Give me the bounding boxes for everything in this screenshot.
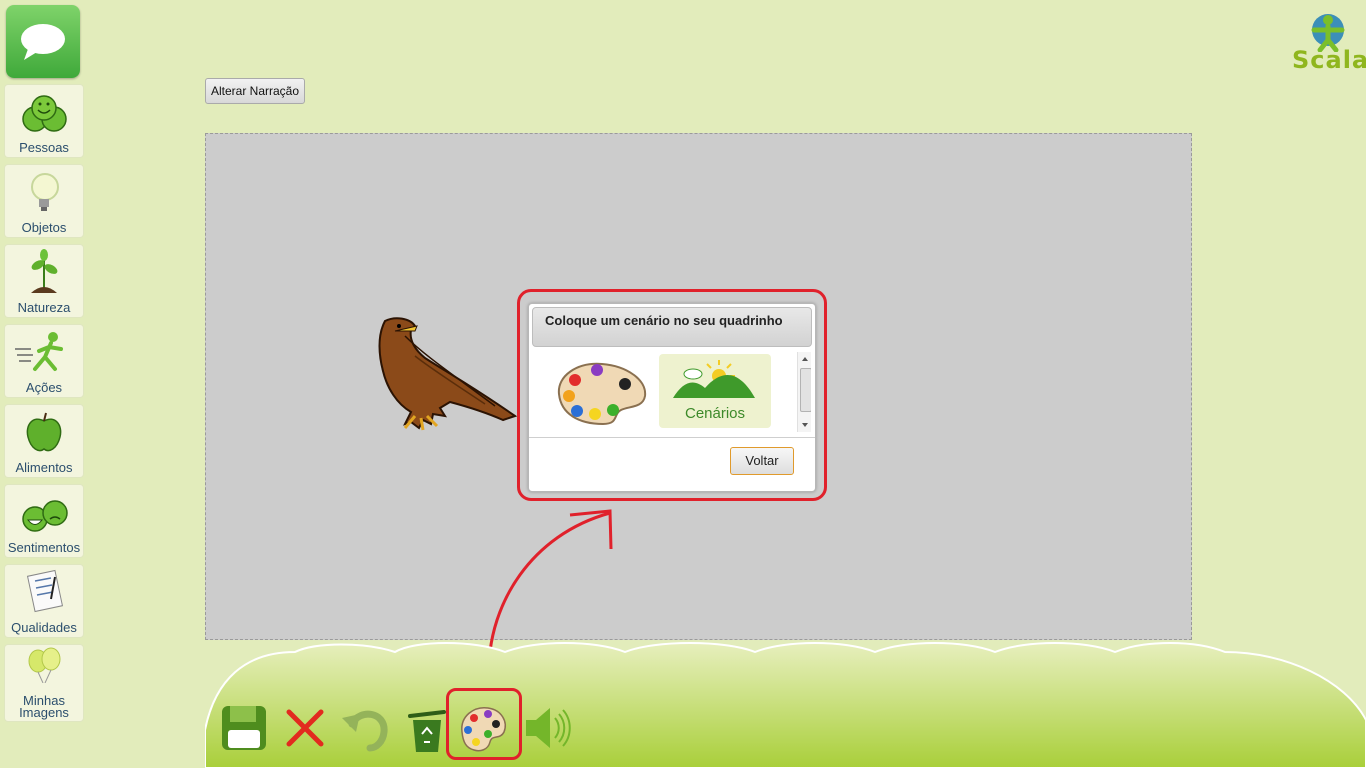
plant-icon [31,249,58,293]
apple-icon [26,412,62,452]
sound-button[interactable] [522,702,572,754]
sidebar-item-pessoas[interactable]: Pessoas [4,84,84,158]
running-person-icon [15,332,63,371]
scenario-dialog: Coloque um cenário no seu quadrinho Cená [528,303,816,492]
sidebar-item-label: Objetos [21,220,67,235]
save-icon [222,706,266,750]
close-icon [286,709,324,747]
sidebar-item-label: Qualidades [11,620,77,635]
speaker-icon [526,708,571,748]
sidebar-item-label: Ações [25,380,63,395]
trash-icon [408,710,446,752]
speech-bubble-icon [21,24,65,60]
eagle-image[interactable] [375,316,520,431]
people-icon [22,95,67,132]
paint-palette-icon [461,707,506,752]
sidebar-item-natureza[interactable]: Natureza [4,244,84,318]
sidebar-item-sentimentos[interactable]: Sentimentos [4,484,84,558]
landscape-icon [673,360,755,398]
back-button[interactable]: Voltar [730,447,794,475]
palette-option[interactable] [547,356,652,428]
undo-icon [342,710,388,752]
trash-button[interactable] [402,702,452,754]
lightbulb-icon [31,173,59,211]
scroll-up-icon[interactable] [798,354,811,364]
sidebar-item-acoes[interactable]: Ações [4,324,84,398]
sidebar-item-minhas-imagens[interactable]: Minhas Imagens [4,644,84,722]
scenario-options: Cenários [533,352,811,432]
clear-button[interactable] [280,702,330,754]
sidebar-item-label: Alimentos [15,460,73,475]
emotions-icon [22,500,68,532]
dialog-title: Coloque um cenário no seu quadrinho [532,307,812,347]
balloons-icon [28,647,61,683]
dialog-divider [529,437,815,438]
speech-bubble-button[interactable] [6,5,80,78]
sidebar-item-qualidades[interactable]: Qualidades [4,564,84,638]
scroll-thumb[interactable] [800,368,811,412]
checklist-icon [26,569,64,613]
change-narration-button[interactable]: Alterar Narração [205,78,306,104]
sidebar-item-label: Minhas Imagens [19,693,69,720]
paint-palette-icon [557,362,647,426]
scroll-down-icon[interactable] [798,420,811,430]
sidebar-item-objetos[interactable]: Objetos [4,164,84,238]
sidebar-item-label: Sentimentos [7,540,81,555]
scenarios-label: Cenários [684,405,746,422]
scenarios-option[interactable]: Cenários [659,354,771,428]
scrollbar[interactable] [797,352,811,432]
sidebar-item-label: Pessoas [19,140,69,155]
save-button[interactable] [219,702,269,754]
scala-logo: Scala [1292,12,1366,74]
palette-button[interactable] [458,702,508,754]
logo-text: Scala [1292,46,1366,74]
undo-button[interactable] [340,702,390,754]
sidebar-item-alimentos[interactable]: Alimentos [4,404,84,478]
sidebar-item-label: Natureza [17,300,71,315]
